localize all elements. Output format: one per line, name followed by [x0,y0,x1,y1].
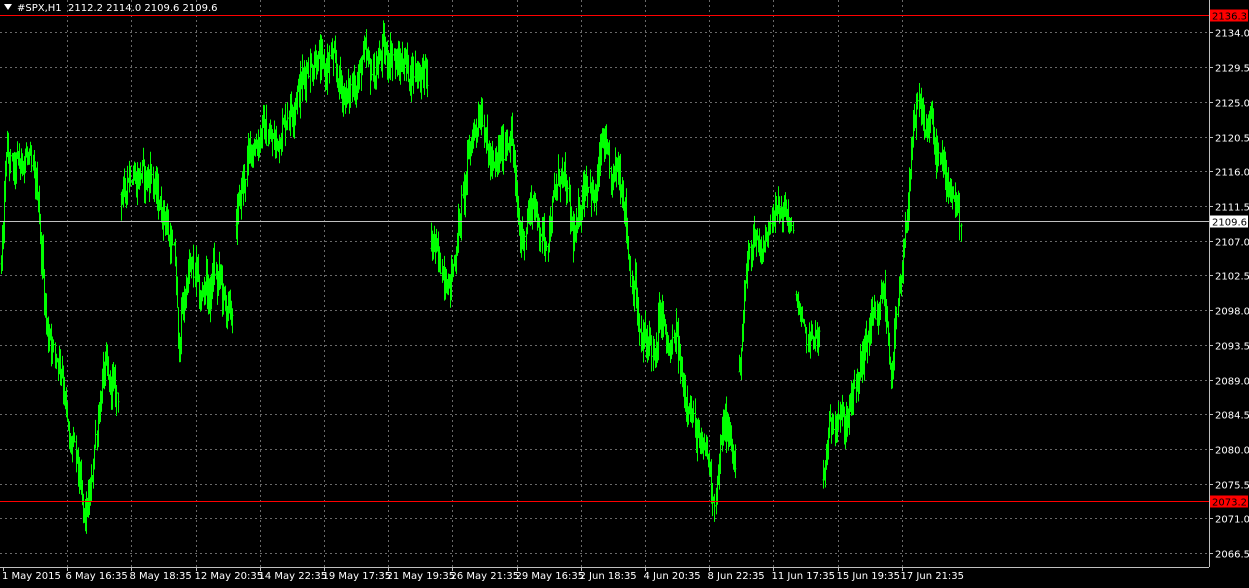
time-tick-label: 4 Jun 20:35 [644,571,701,582]
price-bars [0,20,963,534]
time-tick-label: 12 May 20:35 [195,571,264,582]
price-tick-label: 2125.0 [1215,99,1249,110]
time-tick-label: 2 Jun 18:35 [580,571,637,582]
time-axis: 1 May 2015 6 May 16:35 8 May 18:35 12 May 2… [2,567,964,582]
current-price-label: 2109.6 [1212,218,1247,229]
price-tick-label: 2107.0 [1215,238,1249,249]
price-axis: 2134.0 2129.5 2125.0 2120.5 2116.0 2111.5 2107… [1209,29,1249,561]
time-tick-label: 15 Jun 19:35 [837,571,901,582]
price-tick-label: 2093.5 [1215,342,1249,353]
price-tick-label: 2098.0 [1215,307,1249,318]
chart-header: #SPX,H1 2112.2 2114.0 2109.6 2109.6 [4,3,218,14]
price-tick-label: 2120.5 [1215,134,1249,145]
plot-frame [0,0,1210,568]
ohlc-values: 2112.2 2114.0 2109.6 2109.6 [68,3,218,14]
price-bar [713,493,716,522]
price-tick-label: 2129.5 [1215,64,1249,75]
price-tick-label: 2084.5 [1215,411,1249,422]
symbol-label: #SPX,H1 [17,3,62,14]
time-tick-label: 14 May 22:35 [259,571,328,582]
time-tick-label: 1 May 2015 [2,571,61,582]
price-tick-label: 2080.0 [1215,446,1249,457]
price-bar [792,221,795,234]
time-tick-label: 6 May 16:35 [66,571,128,582]
grid [0,0,1209,567]
price-tick-label: 2102.5 [1215,272,1249,283]
level-label: 2073.2 [1212,498,1247,509]
price-bar [94,419,97,449]
price-chart[interactable]: #SPX,H1 2112.2 2114.0 2109.6 2109.6 2136… [0,0,1249,583]
time-tick-label: 8 Jun 22:35 [708,571,765,582]
price-tick-label: 2066.5 [1215,550,1249,561]
price-bar [805,326,808,354]
price-bar [960,223,963,242]
time-tick-label: 8 May 18:35 [130,571,192,582]
time-tick-label: 11 Jun 17:35 [772,571,836,582]
chart-canvas[interactable]: 2136.3 2073.2 2109.6 2134.0 2129.5 2125.0 212… [0,0,1249,583]
horizontal-lines: 2136.3 2073.2 2109.6 [0,9,1248,509]
price-tick-label: 2116.0 [1215,168,1249,179]
price-tick-label: 2089.0 [1215,377,1249,388]
time-tick-label: 21 May 19:35 [387,571,456,582]
time-tick-label: 19 May 17:35 [323,571,392,582]
price-tick-label: 2111.5 [1215,203,1249,214]
time-tick-label: 29 May 16:35 [516,571,585,582]
time-tick-label: 17 Jun 21:35 [901,571,965,582]
price-tick-label: 2134.0 [1215,29,1249,40]
price-tick-label: 2075.5 [1215,481,1249,492]
price-tick-label: 2071.0 [1215,515,1249,526]
price-bar [117,392,120,413]
time-tick-label: 26 May 21:35 [451,571,520,582]
collapse-triangle-icon[interactable] [4,4,12,10]
level-label: 2136.3 [1212,12,1247,23]
